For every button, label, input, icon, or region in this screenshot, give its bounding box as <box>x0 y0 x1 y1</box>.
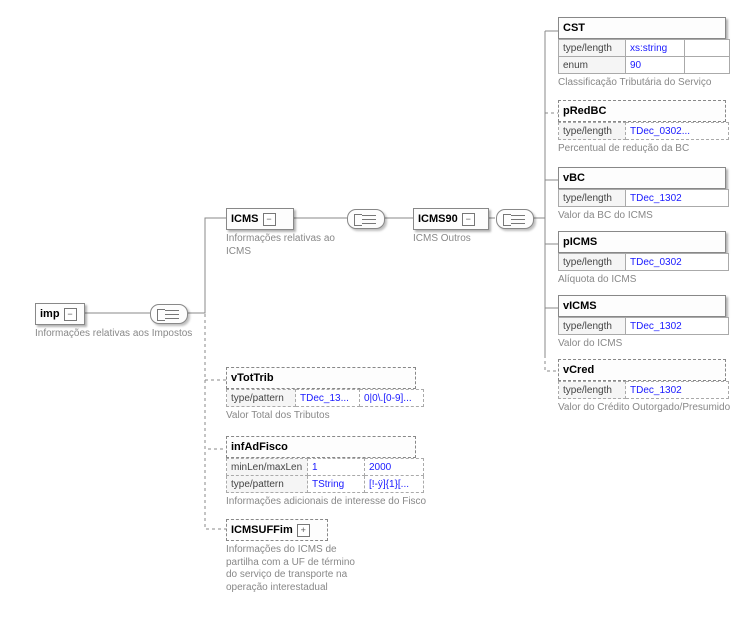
label-vbc: vBC <box>563 172 585 184</box>
expander-icms[interactable]: − <box>263 213 276 226</box>
label-icmsuffim: ICMSUFFim <box>231 524 293 536</box>
node-vbc[interactable]: vBC type/length TDec_1302 Valor da BC do… <box>558 167 729 223</box>
caption-infadfisco: Informações adicionais de interesse do F… <box>226 496 426 509</box>
caption-picms: Alíquota do ICMS <box>558 274 718 287</box>
label-vtottrib: vTotTrib <box>231 372 274 384</box>
label-icms90: ICMS90 <box>418 213 458 225</box>
label-vcred: vCred <box>563 364 594 376</box>
compositor-2 <box>347 209 385 229</box>
node-predbc[interactable]: pRedBC type/length TDec_0302... Percentu… <box>558 100 729 156</box>
node-cst[interactable]: CST type/length xs:string enum 90 Classi… <box>558 17 730 90</box>
caption-vtottrib: Valor Total dos Tributos <box>226 410 386 423</box>
compositor-3 <box>496 209 534 229</box>
label-icms: ICMS <box>231 213 259 225</box>
expander-icms90[interactable]: − <box>462 213 475 226</box>
table-picms: type/length TDec_0302 <box>558 253 729 271</box>
caption-cst: Classificação Tributária do Serviço <box>558 77 718 90</box>
caption-vbc: Valor da BC do ICMS <box>558 210 718 223</box>
table-infadfisco: minLen/maxLen 1 2000 type/pattern TStrin… <box>226 458 424 493</box>
table-predbc: type/length TDec_0302... <box>558 122 729 140</box>
table-cst: type/length xs:string enum 90 <box>558 39 730 74</box>
expander-icmsuffim[interactable]: + <box>297 524 310 537</box>
label-infadfisco: infAdFisco <box>231 441 288 453</box>
node-vtottrib[interactable]: vTotTrib type/pattern TDec_13... 0|0\.[0… <box>226 367 424 423</box>
table-vcred: type/length TDec_1302 <box>558 381 729 399</box>
label-vicms: vICMS <box>563 300 597 312</box>
caption-icms: Informações relativas ao ICMS <box>226 233 336 258</box>
caption-icms90: ICMS Outros <box>413 233 489 246</box>
caption-vicms: Valor do ICMS <box>558 338 718 351</box>
compositor-1 <box>150 304 188 324</box>
node-picms[interactable]: pICMS type/length TDec_0302 Alíquota do … <box>558 231 729 287</box>
table-vtottrib: type/pattern TDec_13... 0|0\.[0-9]... <box>226 389 424 407</box>
label-predbc: pRedBC <box>563 105 606 117</box>
label-imp: imp <box>40 308 60 320</box>
caption-icmsuffim: Informações do ICMS de partilha com a UF… <box>226 544 361 594</box>
caption-imp: Informações relativas aos Impostos <box>35 328 192 341</box>
table-vicms: type/length TDec_1302 <box>558 317 729 335</box>
node-vicms[interactable]: vICMS type/length TDec_1302 Valor do ICM… <box>558 295 729 351</box>
node-icms[interactable]: ICMS − Informações relativas ao ICMS <box>226 208 336 258</box>
table-vbc: type/length TDec_1302 <box>558 189 729 207</box>
node-infadfisco[interactable]: infAdFisco minLen/maxLen 1 2000 type/pat… <box>226 436 426 509</box>
caption-predbc: Percentual de redução da BC <box>558 143 718 156</box>
node-icms90[interactable]: ICMS90 − ICMS Outros <box>413 208 489 246</box>
node-icmsuffim[interactable]: ICMSUFFim + Informações do ICMS de parti… <box>226 519 361 594</box>
expander-imp[interactable]: − <box>64 308 77 321</box>
label-cst: CST <box>563 22 585 34</box>
label-picms: pICMS <box>563 236 597 248</box>
caption-vcred: Valor do Crédito Outorgado/Presumido <box>558 402 730 415</box>
node-vcred[interactable]: vCred type/length TDec_1302 Valor do Cré… <box>558 359 730 415</box>
